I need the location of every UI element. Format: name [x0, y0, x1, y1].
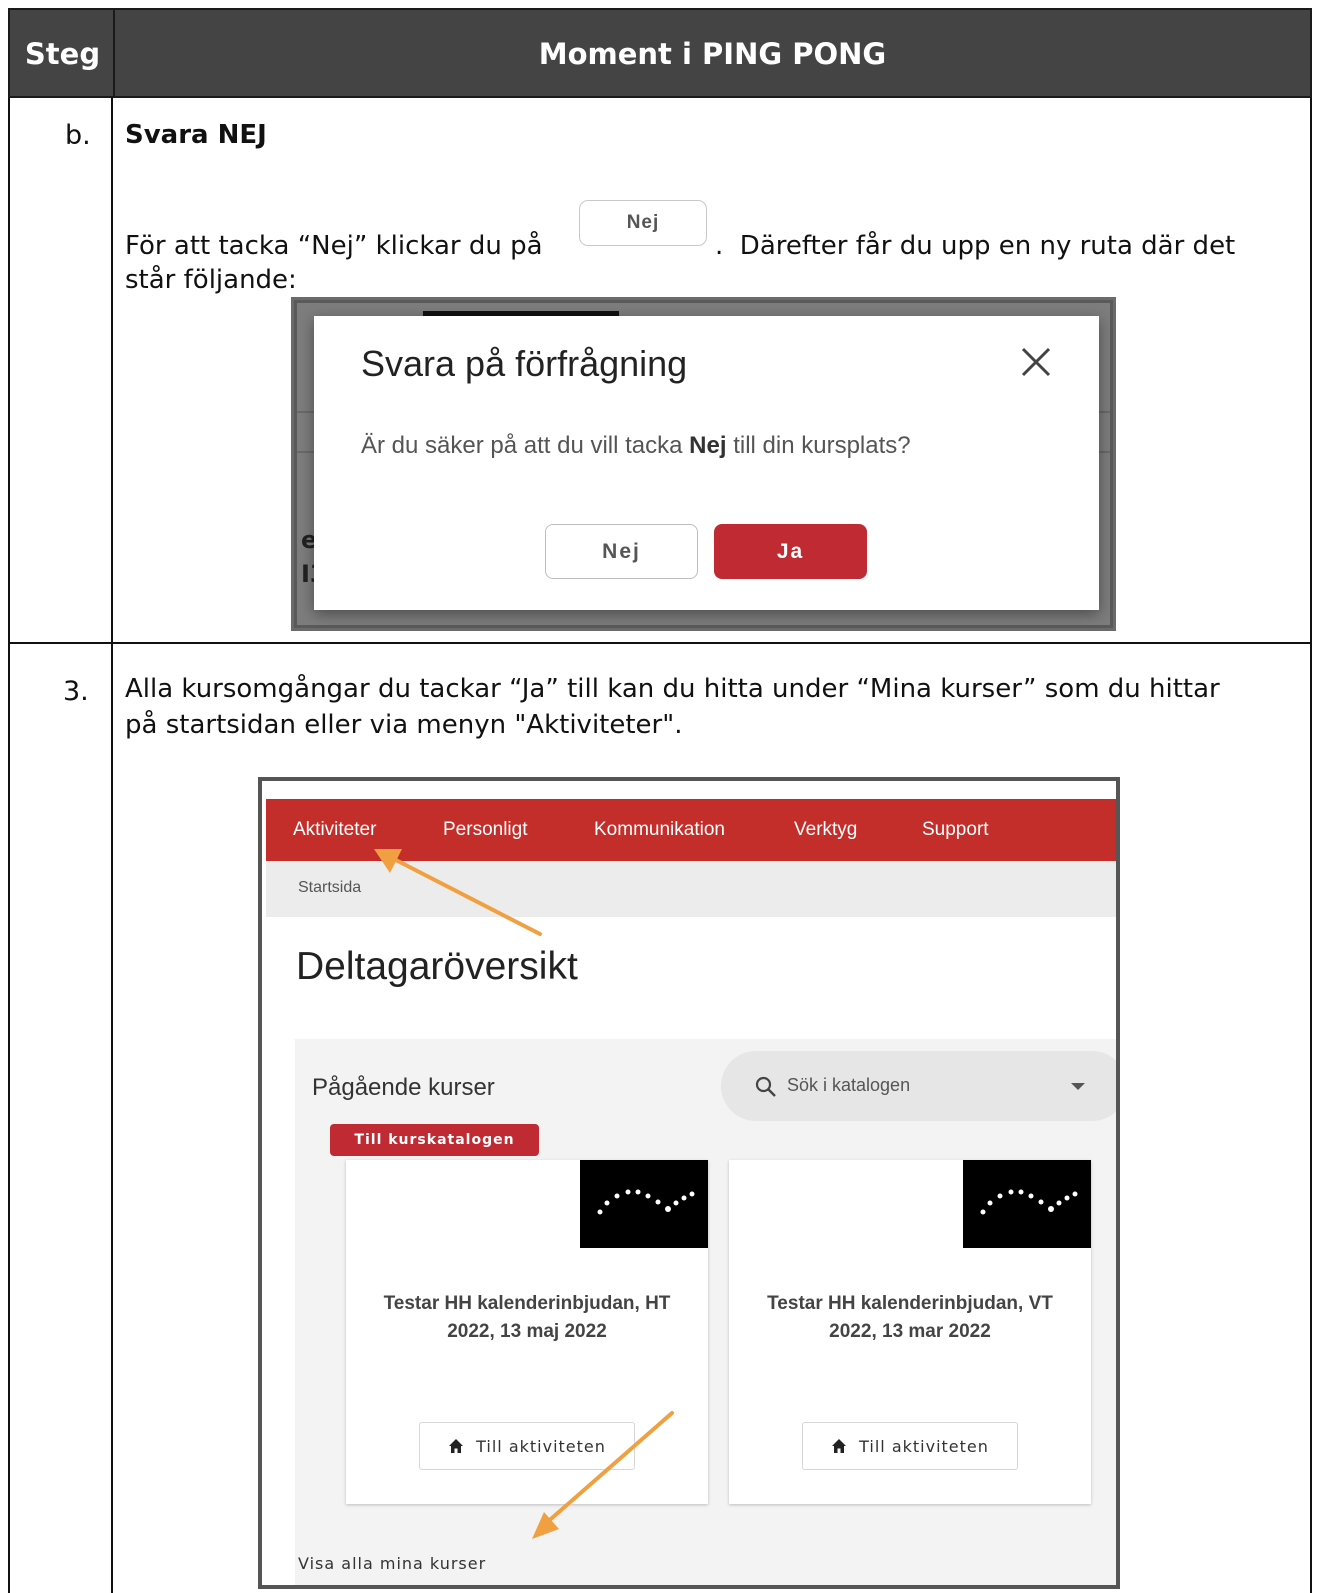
- step-b-text-after: . Därefter får du upp en ny ruta där det: [715, 231, 1236, 261]
- dots-logo-icon: [980, 1189, 1078, 1215]
- step-b-text-before: För att tacka “Nej” klickar du på: [125, 231, 543, 261]
- header-step: Steg: [24, 37, 101, 71]
- breadcrumb: Startsida: [266, 861, 1116, 917]
- show-all-courses-link[interactable]: Visa alla mina kurser: [298, 1554, 486, 1573]
- table-header: Steg Moment i PING PONG: [8, 8, 1312, 98]
- chevron-down-icon[interactable]: [1071, 1083, 1085, 1091]
- confirm-dialog: Svara på förfrågning Är du säker på att …: [314, 316, 1099, 610]
- overview-screenshot: Aktiviteter Personligt Kommunikation Ver…: [258, 777, 1120, 1589]
- close-icon[interactable]: [1018, 344, 1054, 380]
- course-card: Testar HH kalenderinbjudan, HT 2022, 13 …: [346, 1160, 708, 1504]
- search-icon: [755, 1076, 776, 1097]
- nav-kommunikation[interactable]: Kommunikation: [594, 799, 725, 861]
- course-title: Testar HH kalenderinbjudan, VT 2022, 13 …: [767, 1293, 1053, 1342]
- search-input[interactable]: Sök i katalogen: [787, 1075, 910, 1096]
- home-icon: [449, 1439, 464, 1453]
- dialog-message-bold: Nej: [689, 432, 727, 459]
- step-b-text-line2: står följande:: [125, 265, 297, 295]
- no-button[interactable]: Nej: [545, 524, 698, 579]
- courses-panel: Pågående kurser Sök i katalogen Till kur…: [295, 1039, 1116, 1585]
- dialog-title: Svara på förfrågning: [361, 343, 688, 384]
- dots-logo-icon: [597, 1189, 695, 1215]
- course-image: [580, 1160, 708, 1248]
- breadcrumb-startsida[interactable]: Startsida: [298, 879, 361, 897]
- dialog-message: Är du säker på att du vill tacka Nej til…: [361, 432, 911, 460]
- yes-button[interactable]: Ja: [714, 524, 867, 579]
- dialog-message-pre: Är du säker på att du vill tacka: [361, 432, 683, 459]
- step-b-number: b.: [65, 120, 91, 151]
- step-3-text-line1: Alla kursomgångar du tackar “Ja” till ka…: [125, 674, 1220, 704]
- catalog-button[interactable]: Till kurskatalogen: [330, 1124, 539, 1156]
- nav-support[interactable]: Support: [922, 799, 989, 861]
- page-title: Deltagaröversikt: [296, 945, 578, 988]
- catalog-search[interactable]: Sök i katalogen: [721, 1051, 1116, 1121]
- to-activity-button[interactable]: Till aktiviteten: [419, 1422, 635, 1470]
- to-activity-label: Till aktiviteten: [476, 1436, 606, 1456]
- table-left-border: [8, 98, 10, 1593]
- row-divider: [8, 642, 1312, 644]
- home-icon: [832, 1439, 847, 1453]
- dialog-screenshot: e I3 Svara på förfrågning Är du säker på…: [291, 297, 1116, 631]
- course-image: [963, 1160, 1091, 1248]
- course-title: Testar HH kalenderinbjudan, HT 2022, 13 …: [383, 1293, 671, 1342]
- to-activity-button[interactable]: Till aktiviteten: [802, 1422, 1018, 1470]
- step-b-heading: Svara NEJ: [125, 120, 267, 150]
- dialog-message-post: till din kursplats?: [733, 432, 911, 459]
- step-3-number: 3.: [63, 676, 89, 707]
- section-title: Pågående kurser: [312, 1074, 495, 1101]
- column-divider: [111, 98, 113, 1593]
- nav-verktyg[interactable]: Verktyg: [794, 799, 857, 861]
- instruction-table: Steg Moment i PING PONG b. Svara NEJ För…: [8, 8, 1312, 1593]
- step-3-text-line2: på startsidan eller via menyn "Aktivitet…: [125, 710, 683, 740]
- course-card: Testar HH kalenderinbjudan, VT 2022, 13 …: [729, 1160, 1091, 1504]
- table-right-border: [1310, 98, 1312, 1593]
- nav-personligt[interactable]: Personligt: [443, 799, 528, 861]
- main-nav: Aktiviteter Personligt Kommunikation Ver…: [266, 799, 1116, 861]
- header-moment: Moment i PING PONG: [538, 37, 887, 71]
- inline-nej-button-image: Nej: [579, 200, 707, 246]
- to-activity-label: Till aktiviteten: [859, 1436, 989, 1456]
- nav-aktiviteter[interactable]: Aktiviteter: [293, 799, 376, 861]
